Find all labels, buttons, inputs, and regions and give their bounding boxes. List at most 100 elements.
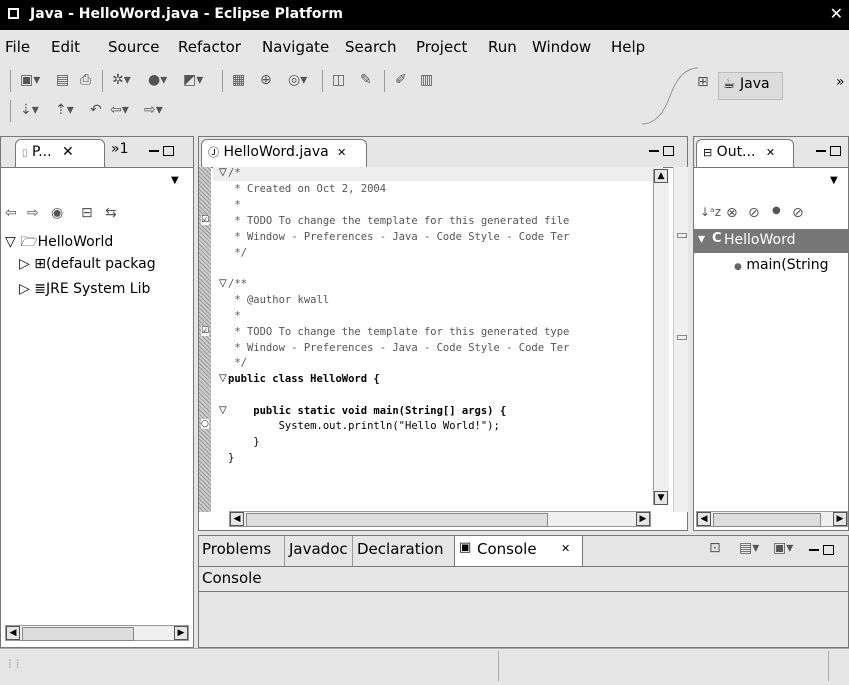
debug-icon[interactable]: ✲▾ [112, 72, 131, 88]
last-edit-icon[interactable]: ↶ [90, 102, 102, 118]
close-icon[interactable]: ✕ [337, 146, 346, 159]
search-icon[interactable]: ✎ [360, 72, 372, 88]
forward-icon[interactable]: ⇨ [27, 205, 39, 221]
menu-search[interactable]: Search [345, 38, 397, 56]
fold-collapse-icon[interactable]: ▽ [219, 373, 227, 384]
java-perspective-button[interactable]: ☕ Java [718, 72, 783, 100]
window-menu-icon[interactable] [8, 8, 19, 19]
menu-navigate[interactable]: Navigate [262, 38, 329, 56]
new-java-project-icon[interactable]: ▦ [232, 72, 245, 88]
next-annotation-icon[interactable]: ⇣▾ [20, 102, 39, 118]
collapse-arrow-icon[interactable]: ▾ [698, 231, 705, 247]
fold-collapse-icon[interactable]: ▽ [219, 167, 227, 178]
minimize-maximize-icon[interactable] [149, 143, 174, 157]
open-perspective-icon[interactable]: ⊞ [697, 74, 709, 90]
menu-project[interactable]: Project [416, 38, 467, 56]
code-line: * Created on Oct 2, 2004 [228, 183, 387, 195]
new-package-icon[interactable]: ⊕ [260, 72, 272, 88]
close-window-button[interactable]: ✕ [830, 4, 843, 23]
tab-declaration[interactable]: Declaration [357, 540, 443, 558]
tree-row-default-package[interactable]: ▷ ⊞(default packag [19, 256, 156, 272]
menu-run[interactable]: Run [488, 38, 517, 56]
tree-row-project[interactable]: ▽ 🗁HelloWorld [5, 231, 113, 255]
sort-icon[interactable]: ↓ᵃz [700, 205, 721, 219]
back-icon[interactable]: ⇦▾ [110, 102, 129, 118]
hide-local-types-icon[interactable]: ⊘ [792, 205, 804, 221]
minimize-maximize-icon[interactable] [809, 542, 834, 556]
scroll-right-arrow[interactable]: ▶ [636, 512, 650, 526]
menu-edit[interactable]: Edit [51, 38, 80, 56]
tab-problems[interactable]: Problems [202, 540, 271, 558]
prev-annotation-icon[interactable]: ⇡▾ [55, 102, 74, 118]
forward-icon[interactable]: ⇨▾ [144, 102, 163, 118]
fold-collapse-icon[interactable]: ▽ [219, 405, 227, 416]
scroll-thumb[interactable] [22, 627, 134, 641]
external-tools-icon[interactable]: ◩▾ [183, 72, 203, 88]
tab-console[interactable]: ▣ Console ✕ [454, 536, 583, 566]
menu-refactor[interactable]: Refactor [178, 38, 241, 56]
perspective-overflow-icon[interactable]: » [836, 74, 845, 90]
expand-arrow-icon[interactable]: ▷ [19, 281, 30, 297]
expand-arrow-icon[interactable]: ▷ [19, 256, 30, 272]
hide-nonpublic-icon[interactable]: ● [772, 205, 781, 216]
link-editor-icon[interactable]: ⇆ [105, 205, 117, 221]
scroll-left-arrow[interactable]: ◀ [697, 512, 711, 526]
scroll-left-arrow[interactable]: ◀ [230, 512, 244, 526]
menu-file[interactable]: File [5, 38, 30, 56]
scroll-down-arrow[interactable]: ▼ [654, 491, 668, 505]
print-icon[interactable]: ⎙ [80, 72, 91, 88]
tab-helloword-java[interactable]: Ⓙ HelloWord.java ✕ [201, 139, 367, 167]
tab-javadoc[interactable]: Javadoc [289, 540, 348, 558]
up-icon[interactable]: ◉ [51, 205, 63, 221]
minimize-maximize-icon[interactable] [816, 143, 841, 157]
clear-console-icon[interactable]: ⊡ [709, 540, 721, 556]
window-title: Java - HelloWord.java - Eclipse Platform [30, 6, 343, 22]
view-menu-icon[interactable]: ▼ [830, 175, 838, 186]
menu-window[interactable]: Window [532, 38, 591, 56]
outline-selected-row[interactable]: ▾ C HelloWord [694, 229, 849, 253]
hide-fields-icon[interactable]: ⊗ [726, 205, 738, 221]
console-content[interactable]: Console [199, 566, 848, 647]
menu-source[interactable]: Source [108, 38, 160, 56]
code-area[interactable]: ▽ ☑ ▽ ☑ ▽ ▽ ○ /* * Created on Oct 2, 200… [199, 167, 671, 512]
scroll-thumb[interactable] [246, 513, 548, 527]
minimize-maximize-icon[interactable] [649, 143, 674, 157]
outline-horizontal-scrollbar[interactable]: ◀ ▶ [696, 511, 848, 527]
close-icon[interactable]: ✕ [766, 146, 775, 159]
scroll-right-arrow[interactable]: ▶ [833, 512, 847, 526]
annotation-icon[interactable]: ✐ [395, 72, 407, 88]
run-icon[interactable]: ●▾ [148, 72, 167, 88]
collapse-all-icon[interactable]: ⊟ [81, 205, 93, 221]
tree-row-jre-library[interactable]: ▷ ≣JRE System Lib [19, 281, 150, 297]
horizontal-scrollbar[interactable]: ◀ ▶ [5, 625, 189, 641]
new-icon[interactable]: ▣▾ [20, 72, 40, 88]
ruler-marker[interactable] [677, 335, 687, 340]
overflow-tabs-indicator[interactable]: »1 [111, 141, 128, 157]
save-icon[interactable]: ▤ [56, 72, 69, 88]
menu-help[interactable]: Help [611, 38, 645, 56]
open-console-icon[interactable]: ▣▾ [773, 540, 793, 556]
close-icon[interactable]: ✕ [561, 542, 570, 555]
editor-horizontal-scrollbar[interactable]: ◀ ▶ [229, 511, 651, 527]
tab-package-explorer[interactable]: ▯ P... ✕ [15, 139, 105, 167]
code-line: * TODO To change the template for this g… [228, 215, 570, 227]
new-class-icon[interactable]: ◎▾ [288, 72, 307, 88]
scroll-thumb[interactable] [713, 513, 821, 527]
toggle-view-icon[interactable]: ▥ [420, 72, 433, 88]
collapse-arrow-icon[interactable]: ▽ [5, 234, 16, 250]
tab-outline[interactable]: ⊟ Out... ✕ [696, 139, 794, 167]
close-icon[interactable]: ✕ [62, 144, 74, 160]
open-type-icon[interactable]: ◫ [332, 72, 345, 88]
fold-collapse-icon[interactable]: ▽ [219, 278, 227, 289]
scroll-up-arrow[interactable]: ▲ [654, 169, 668, 183]
view-menu-icon[interactable]: ▼ [171, 175, 179, 186]
scroll-right-arrow[interactable]: ▶ [174, 626, 188, 640]
outline-icon: ⊟ [703, 146, 713, 159]
editor-vertical-scrollbar[interactable]: ▲ ▼ [653, 169, 669, 505]
display-console-icon[interactable]: ▤▾ [739, 540, 759, 556]
hide-static-icon[interactable]: ⊘ [748, 205, 760, 221]
back-icon[interactable]: ⇦ [5, 205, 17, 221]
tree-row-method[interactable]: ● main(String [734, 257, 829, 273]
scroll-left-arrow[interactable]: ◀ [6, 626, 20, 640]
ruler-marker[interactable] [677, 233, 687, 238]
